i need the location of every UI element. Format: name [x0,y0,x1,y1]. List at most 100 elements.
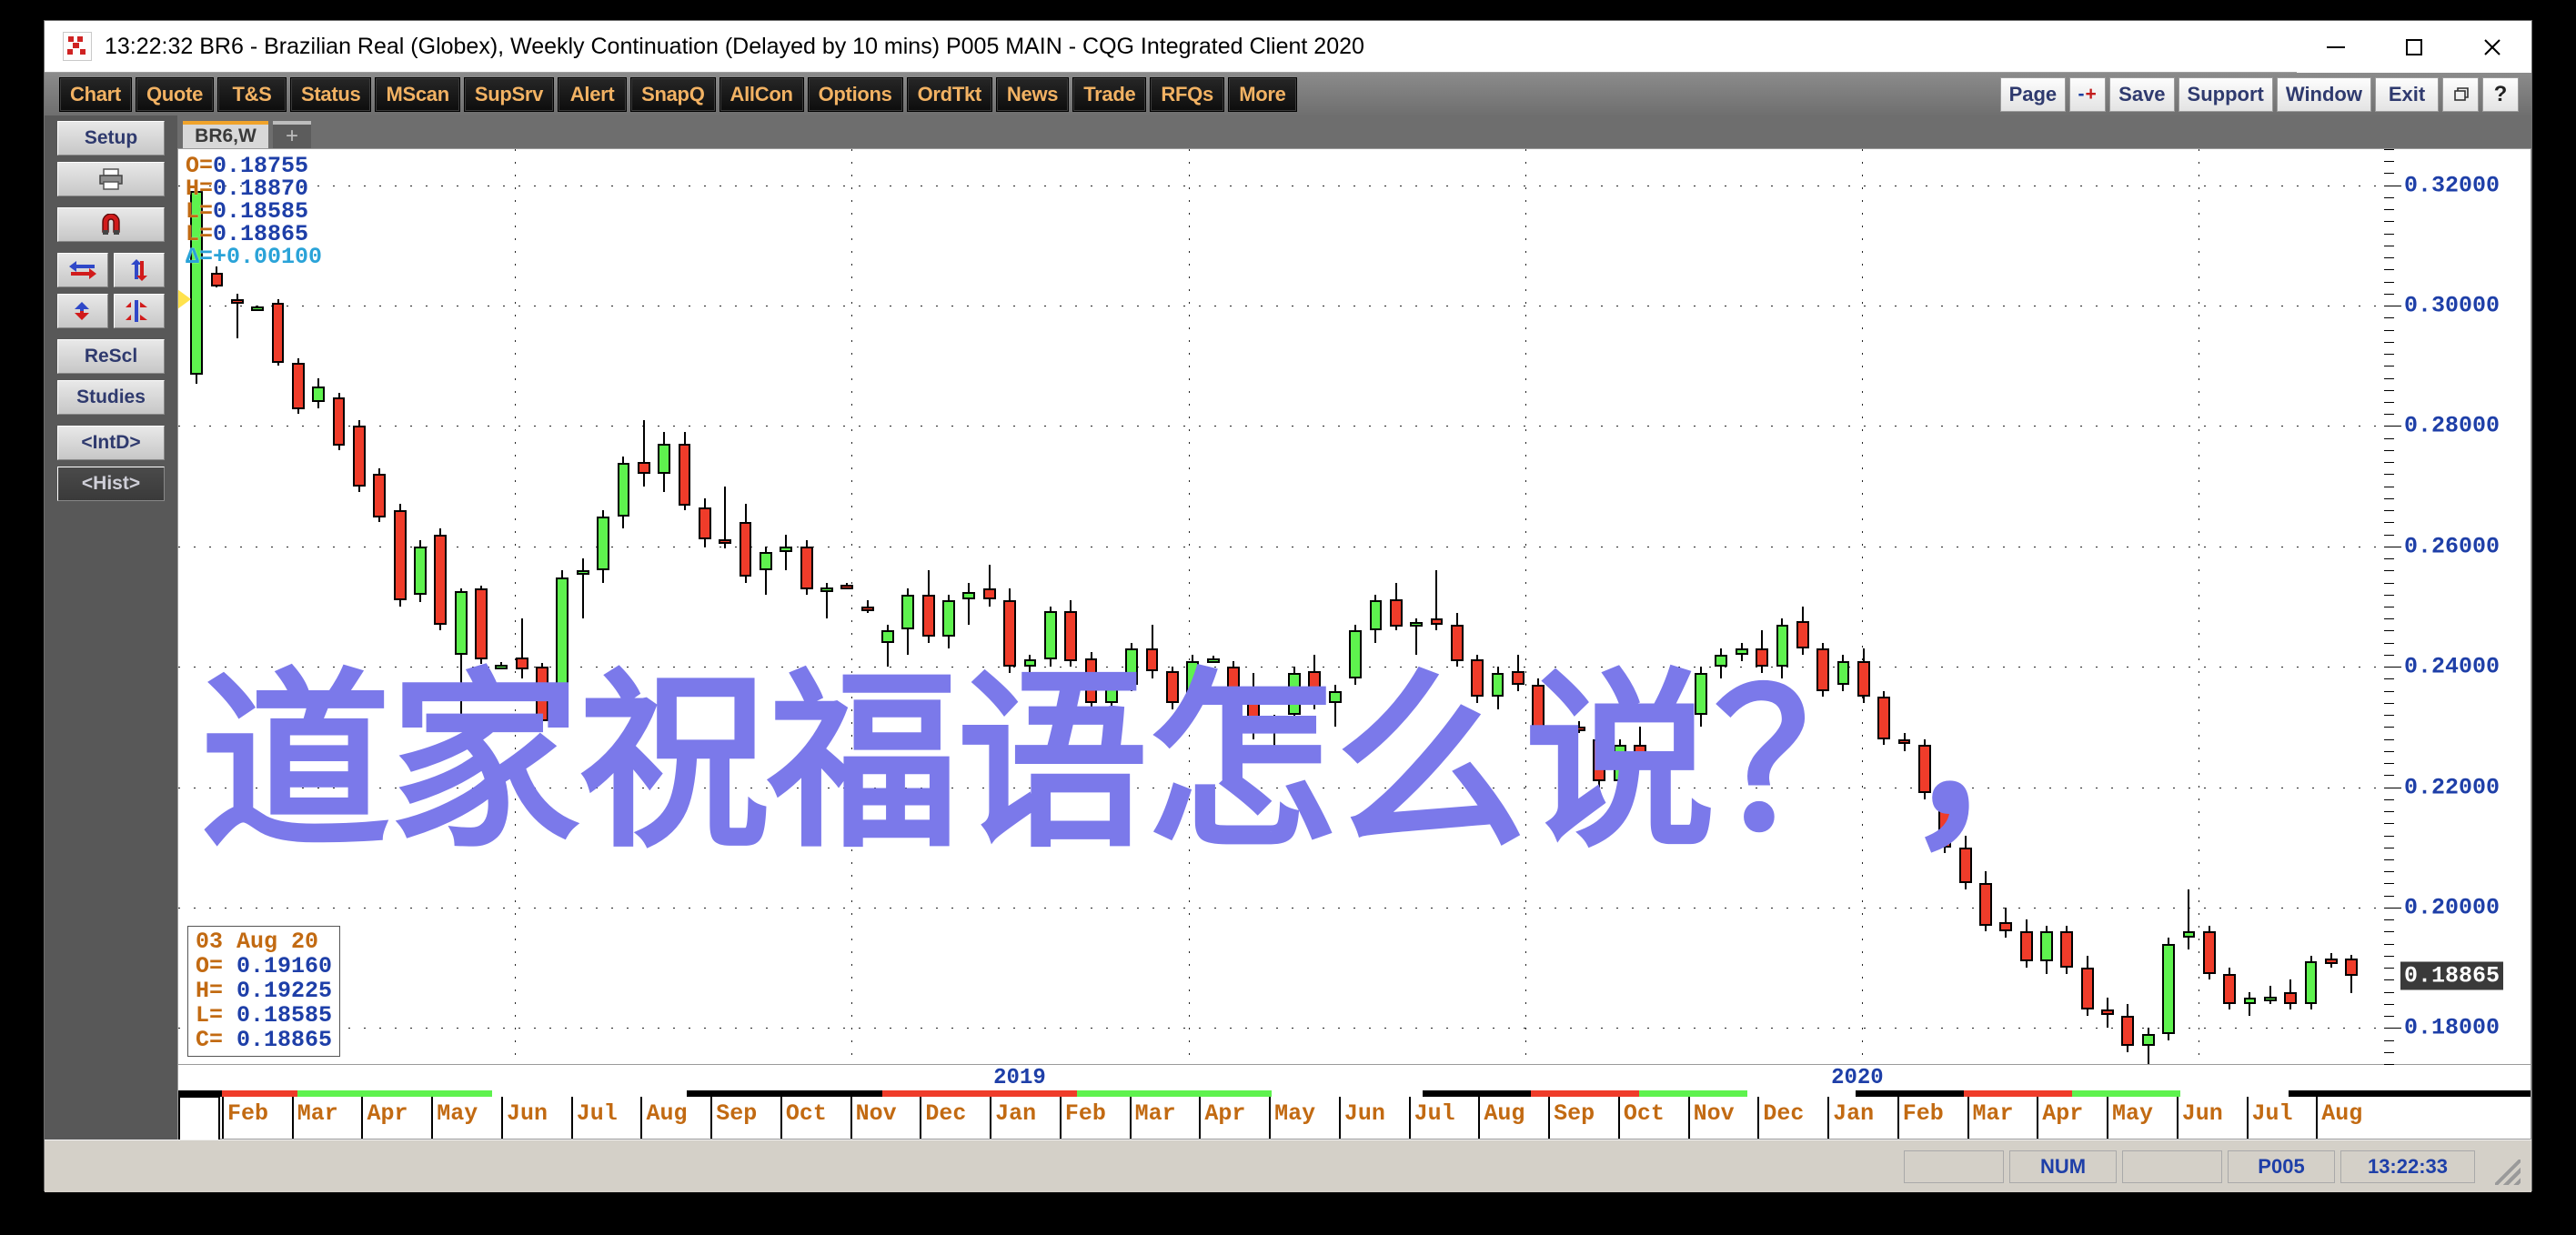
season-segment [492,1090,688,1097]
month-label: May [1274,1100,1316,1127]
candle-body-down [271,302,285,363]
toolbar-button-chart[interactable]: Chart [59,76,132,112]
month-separator [920,1097,922,1139]
help-button[interactable]: ? [2482,76,2519,112]
candlestick-bar [942,149,955,1064]
candlestick-bar [1003,149,1017,1064]
candlestick-bar [1857,149,1870,1064]
time-axis[interactable]: 2019 2020 Feb Mar Apr May Jun Jul Aug Sep Oct Nov D… [177,1065,2531,1143]
status-cells: NUM P005 13:22:33 [1904,1150,2480,1183]
candlestick-bar [1450,149,1464,1064]
toolbar-button-allcon[interactable]: AllCon [719,76,804,112]
print-button[interactable] [57,162,165,196]
candle-body-down [1796,620,1809,649]
toolbar-button-snapq[interactable]: SnapQ [630,76,716,112]
month-separator [640,1097,643,1139]
magnet-button[interactable] [57,207,165,242]
add-tab-button[interactable]: + [273,121,311,148]
candlestick-bar [759,149,772,1064]
toolbar-button-alert[interactable]: Alert [558,76,628,112]
candlestick-bar [495,149,508,1064]
price-tick-minor [2384,209,2394,211]
season-segment [2072,1090,2180,1097]
price-tick-major [2384,667,2401,668]
season-segment [1423,1090,1532,1097]
candle-body-down [1999,922,2013,932]
candle-body-down [230,299,244,305]
price-tick-minor [2384,871,2394,873]
price-tick-minor [2384,642,2394,644]
split-arrows-button[interactable] [114,294,165,328]
toolbar-button-rfqs[interactable]: RFQs [1150,76,1224,112]
candlestick-bar [1593,149,1606,1064]
intraday-button[interactable]: <IntD> [57,426,165,460]
horizontal-arrows-button[interactable] [57,253,108,287]
candlestick-bar [1552,149,1565,1064]
candle-body-down [210,272,224,286]
candlestick-bar [2345,149,2359,1064]
price-tick-minor [2384,979,2394,981]
axis-corner-box[interactable] [178,1096,220,1143]
status-blank-2 [2122,1150,2222,1183]
app-icon [63,32,92,61]
candle-body-down [2345,958,2359,977]
candlestick-bar [1938,149,1952,1064]
toolbar-button-more[interactable]: More [1227,76,1297,112]
resize-grip-icon[interactable] [2495,1160,2521,1185]
candlestick-plot[interactable] [178,149,2384,1064]
window-button[interactable]: Window [2276,76,2371,112]
studies-button[interactable]: Studies [57,380,165,415]
candlestick-bar [1573,149,1585,1064]
price-tick-major [2384,907,2401,909]
chart-tab-br6w[interactable]: BR6,W [183,121,268,148]
support-button[interactable]: Support [2178,76,2273,112]
candlestick-bar [1023,149,1037,1064]
close-button[interactable] [2453,21,2531,73]
month-label: Sep [716,1100,758,1127]
price-tick-minor [2384,149,2394,150]
price-axis-label: 0.18000 [2404,1014,2501,1041]
zoom-button[interactable]: -+ [2069,76,2107,112]
plot-region[interactable]: O=0.18755 H=0.18870 L=0.18585 L=0.18865 … [177,148,2384,1065]
vertical-arrows-button[interactable] [114,253,165,287]
toolbar-button-news[interactable]: News [995,76,1070,112]
toolbar-button-trade[interactable]: Trade [1072,76,1147,112]
candlestick-bar [739,149,752,1064]
candle-wick [2188,889,2190,950]
printer-icon [99,168,123,190]
price-tick-minor [2384,968,2394,969]
history-button[interactable]: <Hist> [57,467,165,501]
candlestick-bar [617,149,630,1064]
setup-button[interactable]: Setup [57,121,165,156]
toolbar-button-status[interactable]: Status [290,76,372,112]
page-button[interactable]: Page [1999,76,2067,112]
toolbar-button-mscan[interactable]: MScan [375,76,460,112]
toolbar-button-ordtkt[interactable]: OrdTkt [906,76,992,112]
toolbar-button-supsrv[interactable]: SupSrv [463,76,555,112]
toolbar-button-t-s[interactable]: T&S [217,76,287,112]
toolbar-button-quote[interactable]: Quote [135,76,215,112]
save-button[interactable]: Save [2109,76,2175,112]
toolbar-button-options[interactable]: Options [807,76,903,112]
price-axis[interactable]: 0.32000 0.30000 0.28000 0.26000 0.24000 0.220… [2384,148,2531,1065]
candlestick-bar [820,149,833,1064]
minimize-button[interactable] [2297,21,2375,73]
price-tick-minor [2384,775,2394,777]
price-tick-minor [2384,1051,2394,1053]
month-separator [1967,1097,1969,1139]
rescale-button[interactable]: ReScl [57,339,165,374]
restore-window-button[interactable] [2442,76,2479,112]
candle-body-up [2182,931,2196,938]
candle-body-up [901,594,915,630]
candlestick-bar [1247,149,1261,1064]
converge-arrows-button[interactable] [57,294,108,328]
month-separator [1199,1097,1202,1139]
maximize-button[interactable] [2375,21,2453,73]
price-tick-minor [2384,233,2394,235]
candlestick-bar [373,149,387,1064]
price-tick-minor [2384,895,2394,897]
candlestick-bar [1634,149,1646,1064]
vertical-arrows-icon [131,259,147,281]
month-label: Dec [925,1100,967,1127]
exit-button[interactable]: Exit [2375,76,2439,112]
